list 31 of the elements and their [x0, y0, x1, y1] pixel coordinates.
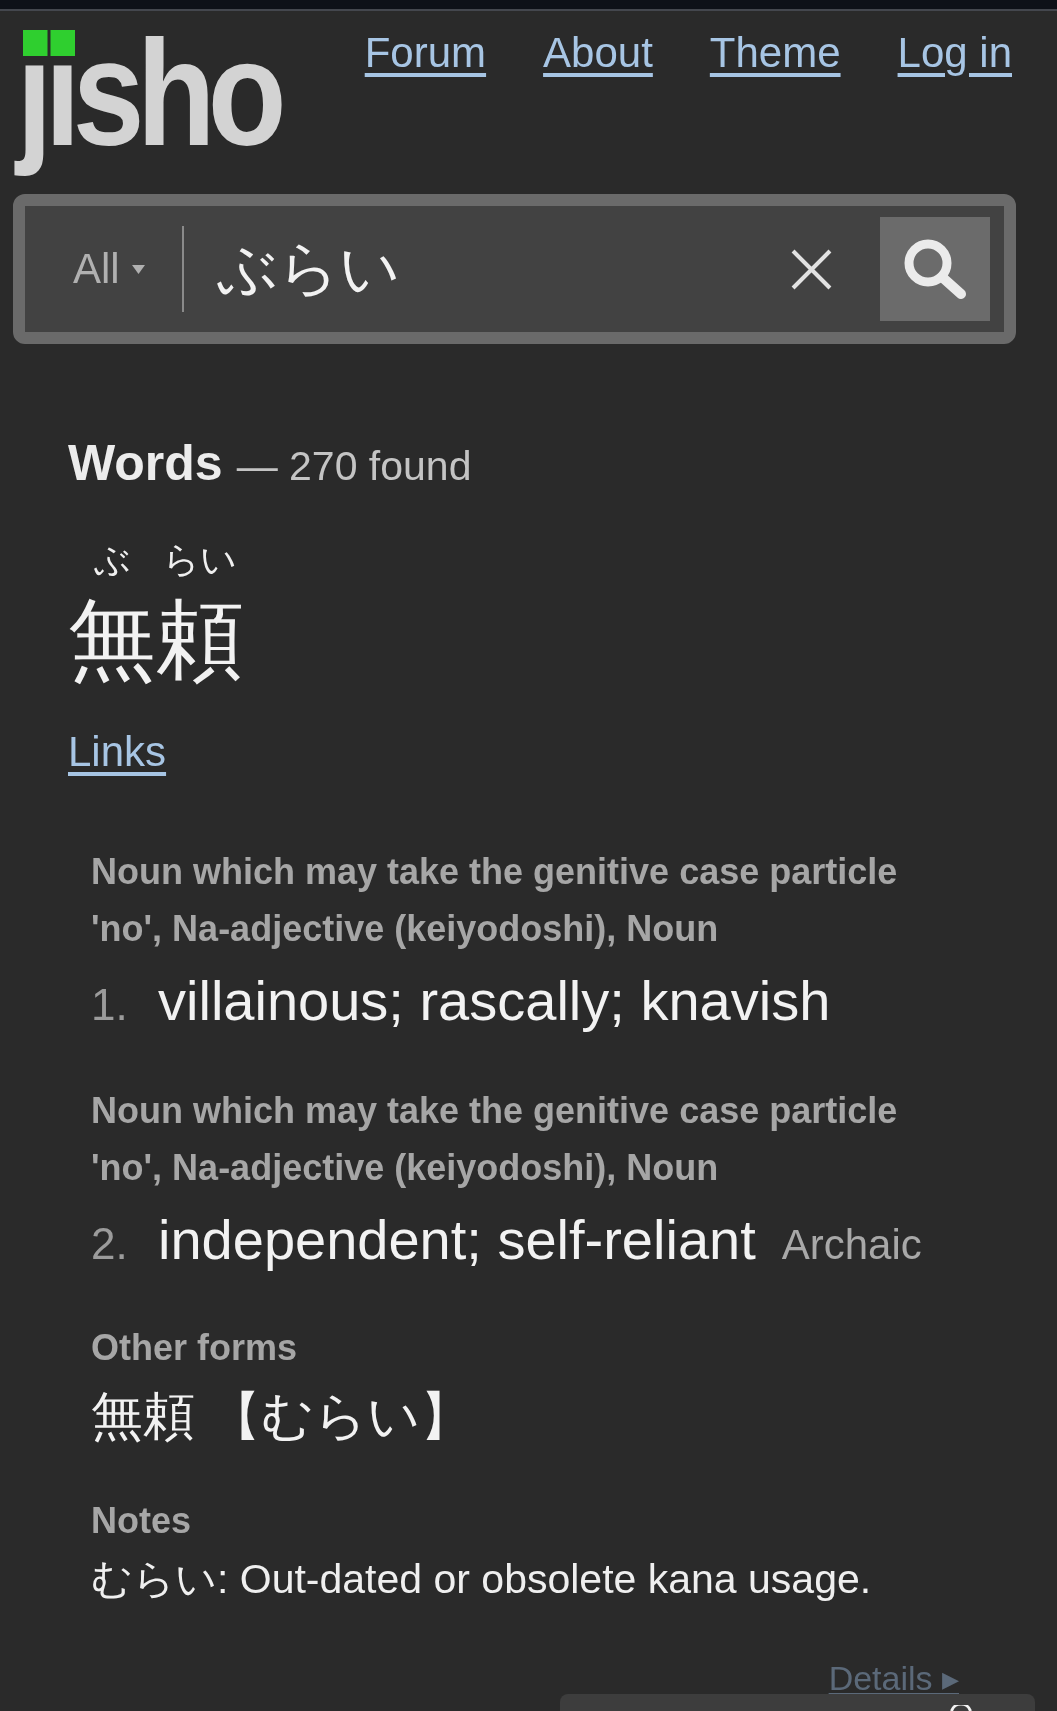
nav-link[interactable]: About: [543, 28, 653, 78]
results-count: — 270 found: [236, 442, 472, 491]
arc-icon: [950, 1705, 972, 1711]
nav-link[interactable]: Theme: [709, 28, 841, 78]
search-filter-dropdown[interactable]: All: [73, 244, 145, 294]
notes-text: むらい: Out-dated or obsolete kana usage.: [91, 1554, 872, 1604]
search-input[interactable]: ぶらい: [216, 229, 791, 309]
nav-link[interactable]: Forum: [364, 28, 487, 78]
clear-button[interactable]: [791, 248, 832, 290]
other-forms-label: Other forms: [91, 1325, 298, 1370]
part-of-speech-tags: Noun which may take the genitive case particle 'no', Na-adjective (keiyodoshi), Noun: [91, 1081, 936, 1196]
meaning-text: villainous; rascally; knavish: [158, 967, 831, 1034]
nav-link[interactable]: Log in: [897, 28, 1012, 78]
sense-number: 2.: [91, 1217, 129, 1270]
part-of-speech-tags: Noun which may take the genitive case particle 'no', Na-adjective (keiyodoshi), Noun: [91, 842, 936, 957]
close-icon: [791, 248, 832, 290]
search-icon: [904, 239, 966, 299]
search-button[interactable]: [880, 217, 990, 321]
meaning-text: independent; self-reliant: [158, 1206, 756, 1273]
furigana-reading: ぶ: [93, 539, 131, 580]
sense-number: 1.: [91, 978, 129, 1031]
search-field[interactable]: All ぶらい: [13, 194, 1016, 344]
other-form: 無頼 【むらい】: [91, 1385, 473, 1447]
sense-note: Archaic: [781, 1219, 922, 1270]
notes-label: Notes: [91, 1498, 192, 1543]
word-kanji: 無頼: [68, 591, 244, 688]
results-heading: Words: [68, 434, 223, 493]
links-link[interactable]: Links: [68, 726, 167, 777]
logo-text[interactable]: jisho: [8, 5, 288, 181]
furigana-reading: らい: [163, 539, 237, 580]
caret-icon: [131, 264, 145, 274]
